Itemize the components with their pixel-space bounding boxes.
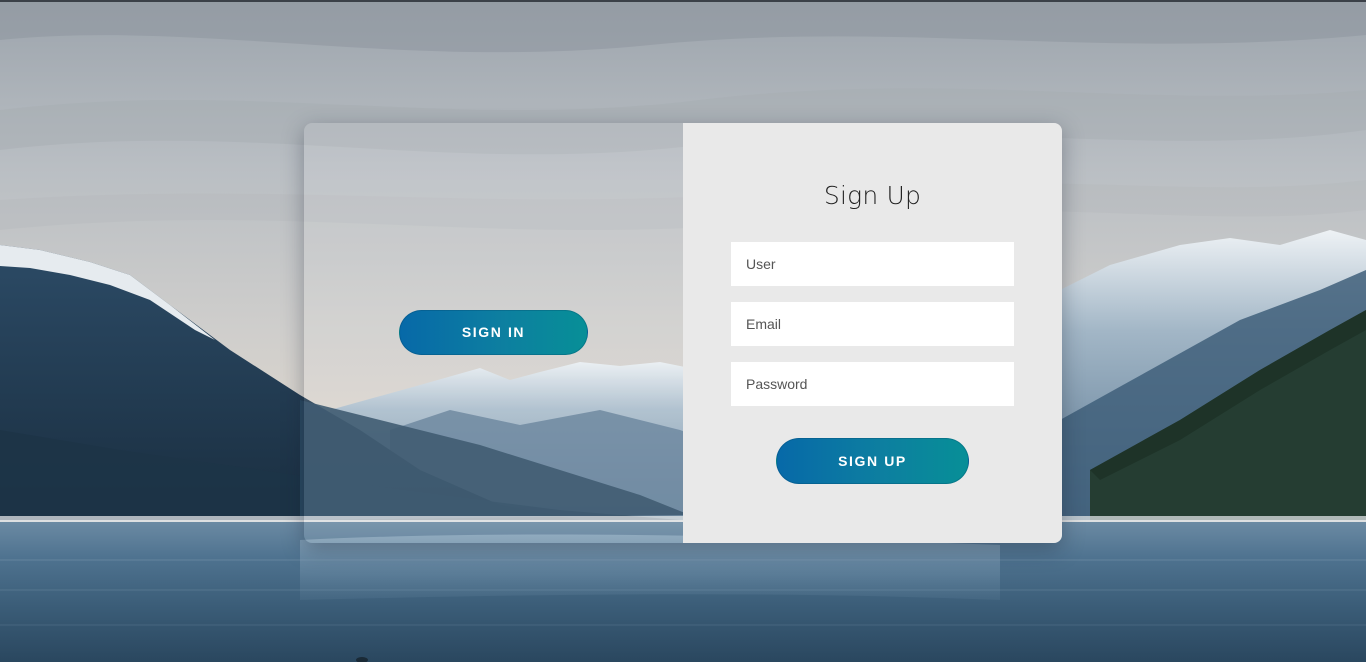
- signup-button[interactable]: SIGN UP: [776, 438, 969, 484]
- signin-panel: SIGN IN: [304, 123, 683, 543]
- signin-button[interactable]: SIGN IN: [399, 310, 588, 355]
- signup-panel: Sign Up SIGN UP: [683, 123, 1062, 543]
- email-input[interactable]: [731, 302, 1014, 346]
- user-input[interactable]: [731, 242, 1014, 286]
- password-input[interactable]: [731, 362, 1014, 406]
- auth-card: SIGN IN Sign Up SIGN UP: [304, 123, 1062, 543]
- window-top-edge: [0, 0, 1366, 2]
- signup-title: Sign Up: [823, 181, 922, 210]
